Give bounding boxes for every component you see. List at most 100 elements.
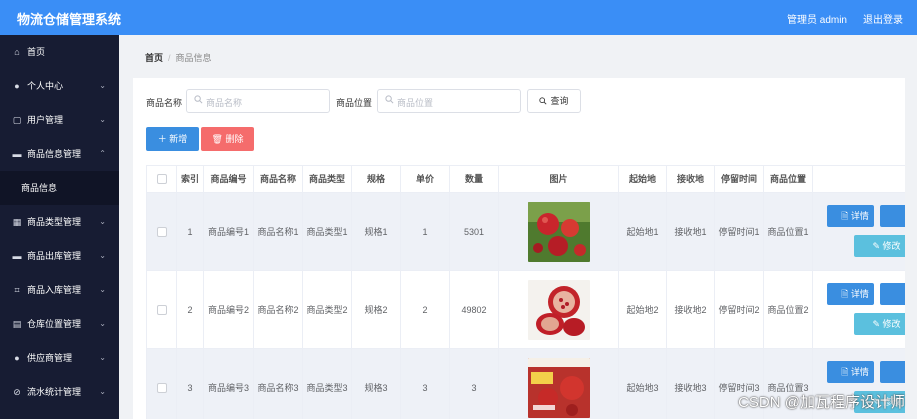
delete-row-button[interactable] xyxy=(880,361,905,383)
app-title: 物流仓储管理系统 xyxy=(17,12,122,27)
column-header-type: 商品类型 xyxy=(303,166,352,193)
cell-origin: 起始地3 xyxy=(619,349,667,419)
cell-location: 商品位置1 xyxy=(764,193,813,271)
edit-icon: ✎ xyxy=(872,241,883,251)
select-all-checkbox[interactable] xyxy=(156,174,167,184)
cell-select xyxy=(147,271,177,349)
chevron-up-icon: ⌃ xyxy=(99,149,106,158)
column-header-location: 商品位置 xyxy=(764,166,813,193)
breadcrumb-home[interactable]: 首页 xyxy=(145,53,163,63)
cell-spec: 规格1 xyxy=(352,193,401,271)
cell-spec: 规格2 xyxy=(352,271,401,349)
sidebar-item-supplier[interactable]: ● 供应商管理 ⌄ xyxy=(0,341,119,375)
add-button[interactable]: ＋ 新增 xyxy=(146,127,199,151)
column-header-dest: 接收地 xyxy=(667,166,715,193)
user-icon: ● xyxy=(14,353,20,363)
detail-button[interactable]: 🗎 详情 xyxy=(827,361,874,383)
monitor-icon: ▬ xyxy=(12,149,22,159)
watermark: CSDN @加瓦程序设计师 xyxy=(738,394,905,411)
chevron-down-icon: ⌄ xyxy=(99,251,106,260)
sidebar-item-home[interactable]: ⌂ 首页 xyxy=(0,35,119,69)
cell-qty: 5301 xyxy=(450,193,499,271)
sidebar-item-label: 商品信息 xyxy=(21,183,58,193)
chevron-down-icon: ⌄ xyxy=(99,217,106,226)
cell-image xyxy=(499,193,619,271)
row-checkbox[interactable] xyxy=(156,304,167,315)
cell-dest: 接收地3 xyxy=(667,349,715,419)
cell-type: 商品类型2 xyxy=(303,271,352,349)
row-checkbox[interactable] xyxy=(156,226,167,237)
delete-button-label: 删除 xyxy=(225,134,244,144)
detail-button[interactable]: 🗎 详情 xyxy=(827,205,874,227)
logout-link[interactable]: 退出登录 xyxy=(863,11,903,26)
copy-icon: ▢ xyxy=(12,115,22,125)
name-search-input[interactable]: 商品名称 xyxy=(186,89,330,113)
column-header-origin: 起始地 xyxy=(619,166,667,193)
cell-name: 商品名称1 xyxy=(254,193,303,271)
sidebar-item-outbound[interactable]: ▬ 商品出库管理 ⌄ xyxy=(0,239,119,273)
edit-button[interactable]: ✎ 修改 xyxy=(854,313,905,335)
cell-code: 商品编号2 xyxy=(204,271,254,349)
column-header-qty: 数量 xyxy=(450,166,499,193)
sidebar-item-statistics[interactable]: ⊘ 流水统计管理 ⌄ xyxy=(0,375,119,409)
sidebar-item-warehouse[interactable]: ▤ 仓库位置管理 ⌄ xyxy=(0,307,119,341)
delete-row-button[interactable] xyxy=(880,205,905,227)
sidebar-item-goods-info[interactable]: 商品信息 xyxy=(0,171,119,205)
search-icon xyxy=(539,97,547,105)
column-header-spec: 规格 xyxy=(352,166,401,193)
cell-name: 商品名称3 xyxy=(254,349,303,419)
cell-dest: 接收地2 xyxy=(667,271,715,349)
detail-button[interactable]: 🗎 详情 xyxy=(827,283,874,305)
location-search-input[interactable]: 商品位置 xyxy=(377,89,521,113)
document-icon: 🗎 xyxy=(841,367,851,377)
document-icon: 🗎 xyxy=(841,211,851,221)
breadcrumb: 首页 / 商品信息 xyxy=(145,51,212,64)
sidebar-item-label: 商品出库管理 xyxy=(27,251,82,261)
sidebar-item-users[interactable]: ▢ 用户管理 ⌄ xyxy=(0,103,119,137)
edit-icon: ✎ xyxy=(872,319,883,329)
query-button-label: 查询 xyxy=(550,96,569,106)
chevron-down-icon: ⌄ xyxy=(99,81,106,90)
cell-dest: 接收地1 xyxy=(667,193,715,271)
product-image xyxy=(527,201,590,262)
row-checkbox[interactable] xyxy=(156,382,167,393)
sidebar-item-goods-type[interactable]: ▦ 商品类型管理 ⌄ xyxy=(0,205,119,239)
add-button-label: 新增 xyxy=(169,134,188,144)
sidebar-item-label: 仓库位置管理 xyxy=(27,319,82,329)
chart-icon: ⊘ xyxy=(13,387,21,397)
sidebar-item-label: 商品信息管理 xyxy=(27,149,82,159)
sidebar-item-label: 首页 xyxy=(27,47,46,57)
detail-button-label: 详情 xyxy=(850,211,869,221)
query-button[interactable]: 查询 xyxy=(527,89,581,113)
chevron-down-icon: ⌄ xyxy=(99,285,106,294)
cell-actions: 🗎 详情 ✎ 修改 xyxy=(813,271,905,349)
cell-stay: 停留时间2 xyxy=(715,271,764,349)
location-label: 商品位置 xyxy=(336,98,373,108)
cell-image xyxy=(499,349,619,419)
home-icon: ⌂ xyxy=(14,47,20,57)
column-header-index: 索引 xyxy=(177,166,204,193)
delete-row-button[interactable] xyxy=(880,283,905,305)
document-icon: 🗎 xyxy=(841,289,851,299)
cell-type: 商品类型3 xyxy=(303,349,352,419)
goods-table: 索引 商品编号 商品名称 商品类型 规格 单价 数量 图片 起始地 接收地 停留时间 商品位置 1 商品编… xyxy=(146,165,905,419)
search-icon xyxy=(194,95,203,104)
cell-select xyxy=(147,349,177,419)
sidebar-item-label: 流水统计管理 xyxy=(27,387,82,397)
cell-origin: 起始地1 xyxy=(619,193,667,271)
sidebar-item-goods-manage[interactable]: ▬ 商品信息管理 ⌃ xyxy=(0,137,119,171)
column-header-actions xyxy=(813,166,905,193)
sidebar-item-label: 个人中心 xyxy=(27,81,64,91)
product-image xyxy=(527,279,590,340)
sidebar: ⌂ 首页 ● 个人中心 ⌄ ▢ 用户管理 ⌄ ▬ 商品信息管理 ⌃ 商品信息 ▦ 商品类型管理 ⌄… xyxy=(0,35,119,419)
edit-button[interactable]: ✎ 修改 xyxy=(854,235,905,257)
breadcrumb-current: 商品信息 xyxy=(175,53,212,63)
edit-button-label: 修改 xyxy=(882,319,901,329)
column-header-name: 商品名称 xyxy=(254,166,303,193)
column-header-image: 图片 xyxy=(499,166,619,193)
edit-button-label: 修改 xyxy=(882,241,901,251)
chevron-down-icon: ⌄ xyxy=(99,319,106,328)
sidebar-item-inbound[interactable]: ⌗ 商品入库管理 ⌄ xyxy=(0,273,119,307)
delete-button[interactable]: 🗑 删除 xyxy=(201,127,254,151)
sidebar-item-profile[interactable]: ● 个人中心 ⌄ xyxy=(0,69,119,103)
